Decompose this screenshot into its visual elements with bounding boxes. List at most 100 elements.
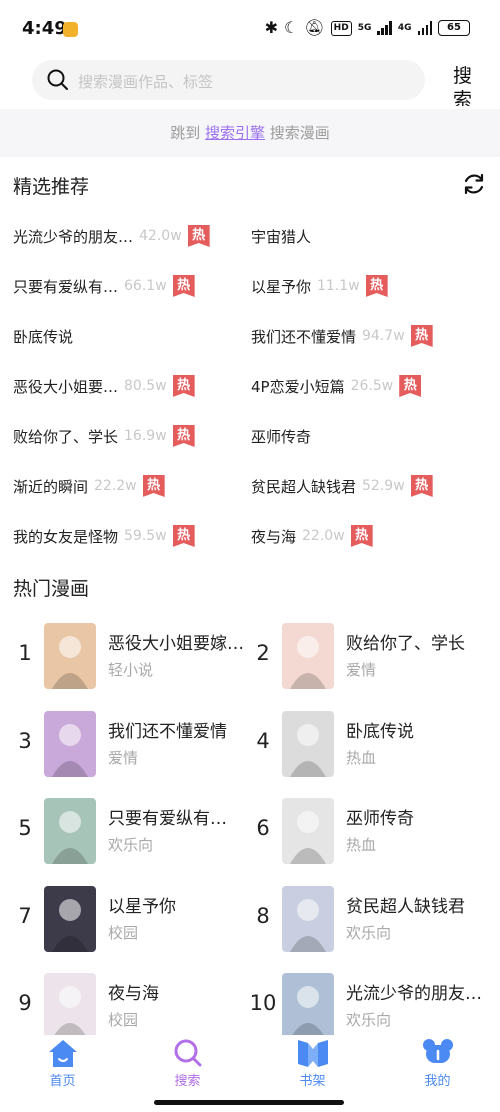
recommend-item-count: 16.9w — [124, 428, 167, 444]
recommend-item-name: 以星予你 — [251, 277, 312, 296]
recommend-item-name: 我的女友是怪物 — [13, 527, 119, 546]
recommend-item-name: 宇宙猎人 — [251, 227, 312, 246]
recommend-item-name: 只要有爱纵有… — [13, 277, 119, 296]
search-row: 搜索漫画作品、标签 搜索 — [0, 56, 500, 106]
cover-art-icon — [52, 636, 88, 689]
recommend-item[interactable]: 巫师传奇 — [251, 424, 311, 448]
bottom-tab-bar: 首页 搜索 书架 我的 — [0, 1035, 500, 1095]
moon-icon: ☾ — [284, 18, 299, 37]
bell-muted-icon: 🔕︎ — [304, 18, 325, 37]
hot-comic-item[interactable]: 4 卧底传说 热血 — [248, 707, 488, 779]
recommend-item[interactable]: 我们还不懂爱情 94.7w 热 — [251, 324, 433, 348]
bluetooth-icon: ✱ — [264, 18, 279, 37]
recommend-title: 精选推荐 — [13, 176, 90, 198]
recommend-item[interactable]: 只要有爱纵有… 66.1w 热 — [13, 274, 195, 298]
hot-comic-title: 败给你了、学长 — [346, 634, 465, 654]
recommend-item-count: 94.7w — [362, 328, 405, 344]
tab-mine-label: 我的 — [424, 1074, 451, 1089]
hot-comic-cover — [282, 623, 334, 689]
hot-comic-title: 贫民超人缺钱君 — [346, 896, 465, 917]
recommend-item[interactable]: 恶役大小姐要… 80.5w 热 — [13, 374, 195, 398]
hot-comic-rank: 4 — [256, 728, 270, 753]
status-time: 4:49 — [22, 18, 67, 39]
hot-comic-rank: 8 — [256, 903, 270, 928]
hot-comic-item[interactable]: 2 败给你了、学长 爱情 — [248, 619, 488, 691]
recommend-item[interactable]: 以星予你 11.1w 热 — [251, 274, 388, 298]
battery-icon: 65 — [438, 20, 470, 36]
hot-comics-title: 热门漫画 — [13, 578, 90, 600]
hot-badge: 热 — [142, 475, 165, 497]
hot-comic-rank: 6 — [256, 816, 270, 840]
hot-comic-cover — [282, 973, 334, 1039]
hot-comic-title: 夜与海 — [108, 984, 159, 1004]
hot-comic-item[interactable]: 3 我们还不懂爱情 爱情 — [10, 707, 250, 779]
hot-comic-rank: 5 — [18, 816, 32, 840]
hot-comic-item[interactable]: 6 巫师传奇热血 — [248, 794, 488, 866]
net-4g-label: 4G — [397, 23, 412, 33]
hot-comic-item[interactable]: 9 夜与海 校园 — [10, 969, 250, 1041]
home-indicator[interactable] — [154, 1100, 344, 1105]
hot-comic-item[interactable]: 10 光流少爷的朋友… 欢乐向 — [248, 969, 488, 1041]
hot-badge: 热 — [172, 525, 195, 547]
hot-comic-item[interactable]: 5 只要有爱纵有… 欢乐向 — [10, 794, 250, 866]
search-icon — [47, 69, 68, 90]
tab-mine[interactable]: 我的 — [375, 1035, 500, 1091]
hot-comic-title: 只要有爱纵有… — [108, 809, 227, 829]
recommend-item[interactable]: 卧底传说 — [13, 324, 73, 348]
recommend-item[interactable]: 夜与海 22.0w 热 — [251, 524, 373, 548]
tab-bookshelf-label: 书架 — [299, 1074, 326, 1089]
tab-search-label: 搜索 — [174, 1074, 201, 1089]
cover-art-icon — [290, 811, 326, 864]
recommend-item[interactable]: 4P恋爱小短篇 26.5w 热 — [251, 374, 422, 398]
hot-badge: 热 — [350, 525, 373, 547]
tab-search[interactable]: 搜索 — [125, 1035, 250, 1091]
signal-icon-2 — [417, 21, 432, 35]
recommend-item-count: 80.5w — [124, 378, 167, 394]
hot-comic-genre: 热血 — [346, 836, 377, 854]
hot-comic-title: 光流少爷的朋友… — [346, 984, 482, 1004]
recommend-item[interactable]: 光流少爷的朋友… 42.0w 热 — [13, 224, 210, 248]
search-button[interactable]: 搜索 — [453, 64, 475, 106]
recommend-item-name: 我们还不懂爱情 — [251, 327, 357, 346]
tab-home[interactable]: 首页 — [0, 1035, 125, 1091]
cover-art-icon — [52, 898, 88, 952]
bookshelf-icon — [298, 1040, 328, 1067]
hot-comic-title: 卧底传说 — [346, 721, 414, 742]
hot-comic-item[interactable]: 7 以星予你校园 — [10, 882, 250, 954]
hot-comic-cover — [44, 710, 96, 777]
hot-comic-genre: 校园 — [108, 923, 139, 942]
recommend-item[interactable]: 我的女友是怪物 59.5w 热 — [13, 524, 195, 548]
engine-prefix: 跳到 — [170, 124, 201, 142]
hot-comic-item[interactable]: 1 恶役大小姐要嫁给… 轻小说 — [10, 619, 250, 691]
recommend-item[interactable]: 宇宙猎人 — [251, 224, 311, 248]
engine-suffix: 搜索漫画 — [269, 124, 330, 142]
notification-app-icon — [63, 22, 78, 37]
hot-badge: 热 — [172, 275, 195, 297]
search-engine-link[interactable]: 搜索引擎 — [205, 124, 265, 142]
hot-comic-rank: 7 — [18, 903, 32, 928]
cover-art-icon — [290, 898, 326, 952]
hot-comic-cover — [44, 885, 96, 952]
cover-art-icon — [52, 986, 88, 1039]
hot-badge: 热 — [410, 475, 433, 497]
hot-comic-cover — [44, 973, 96, 1039]
home-icon — [49, 1040, 77, 1067]
recommend-item[interactable]: 贫民超人缺钱君 52.9w 热 — [251, 474, 433, 498]
hot-comic-rank: 3 — [18, 728, 32, 753]
hot-comic-genre: 轻小说 — [108, 661, 154, 679]
recommend-item-count: 42.0w — [139, 228, 182, 244]
hot-comic-genre: 欢乐向 — [346, 923, 392, 942]
hot-comic-item[interactable]: 8 贫民超人缺钱君 欢乐向 — [248, 882, 488, 954]
hot-comic-title: 以星予你 — [108, 896, 176, 917]
recommend-item[interactable]: 渐近的瞬间 22.2w 热 — [13, 474, 165, 498]
hot-comic-title: 巫师传奇 — [346, 809, 414, 829]
tab-bookshelf[interactable]: 书架 — [250, 1035, 375, 1091]
hot-comic-cover — [44, 623, 96, 689]
refresh-icon[interactable] — [460, 170, 488, 198]
tab-home-label: 首页 — [49, 1074, 76, 1089]
status-bar: 4:49 ✱ ☾ 🔕︎ HD 5G 4G 65 — [0, 0, 500, 56]
recommend-item-name: 巫师传奇 — [251, 427, 312, 446]
recommend-item[interactable]: 败给你了、学长 16.9w 热 — [13, 424, 195, 448]
search-input[interactable]: 搜索漫画作品、标签 — [32, 60, 425, 100]
hot-badge: 热 — [187, 225, 210, 247]
